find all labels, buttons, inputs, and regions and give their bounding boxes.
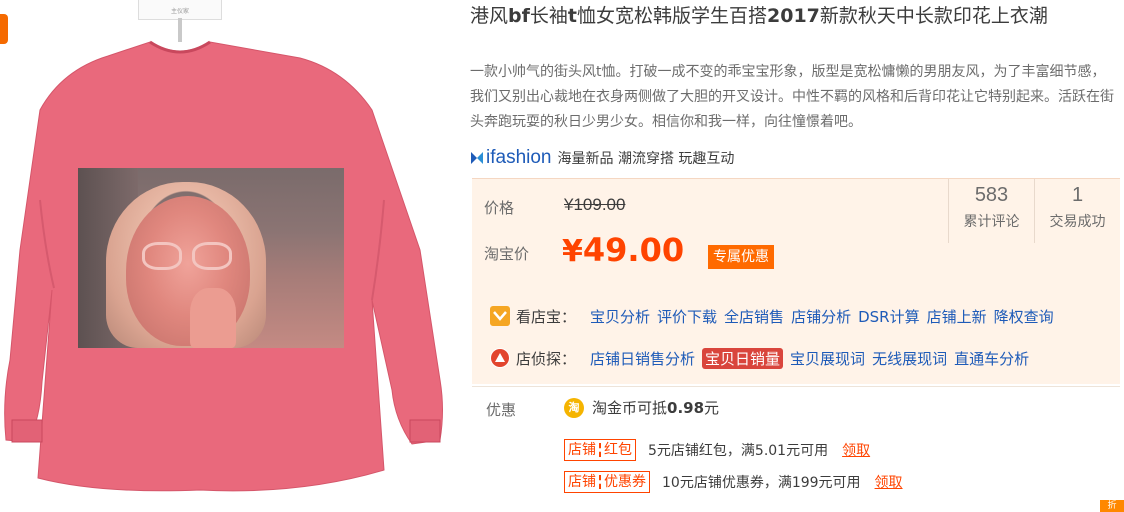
- link-store-analysis[interactable]: 店铺分析: [791, 306, 851, 327]
- brand-row: ifashion 海量新品 潮流穿搭 玩趣互动: [470, 144, 734, 172]
- product-image[interactable]: 主仪家: [0, 0, 460, 512]
- link-item-keywords[interactable]: 宝贝展现词: [790, 348, 865, 369]
- title-part: 恤女宽松韩版学生百搭: [577, 5, 768, 27]
- original-price: ¥109.00: [564, 195, 626, 214]
- product-description: 一款小帅气的街头风t恤。打破一成不变的乖宝宝形象，版型是宽松慵懒的男朋友风，为了…: [470, 64, 1114, 130]
- title-part: 长袖: [529, 5, 568, 27]
- taobao-price-label: 淘宝价: [484, 245, 530, 263]
- ifashion-logo[interactable]: ifashion: [470, 147, 552, 169]
- coupon-store-voucher: 店铺 优惠券 10元店铺优惠券，满199元可用 领取: [564, 471, 903, 493]
- price-label: 价格: [484, 199, 515, 217]
- current-price-value: 49.00: [582, 231, 685, 269]
- exclusive-promo-tag[interactable]: 专属优惠: [708, 245, 774, 269]
- coupon-tag: 店铺 优惠券: [564, 471, 650, 493]
- coupon-text: 5元店铺红包，满5.01元可用: [648, 443, 829, 459]
- link-store-daily-sales[interactable]: 店铺日销售分析: [590, 348, 695, 369]
- dianzhentan-icon: [490, 348, 510, 368]
- ifashion-logo-icon: [471, 152, 483, 164]
- benefits-section: 优惠 淘 淘金币可抵 0.98 元 店铺 红包 5元店铺红包，满5.01元可用 领取…: [472, 386, 1120, 512]
- coupon-tag-left: 店铺: [568, 474, 596, 490]
- link-item-daily-sales[interactable]: 宝贝日销量: [702, 347, 784, 369]
- coin-text-prefix: 淘金币可抵: [592, 399, 668, 417]
- claim-voucher-link[interactable]: 领取: [875, 472, 903, 492]
- coupon-text: 10元店铺优惠券，满199元可用: [662, 475, 861, 491]
- link-mobile-keywords[interactable]: 无线展现词: [872, 348, 947, 369]
- printed-photo: [78, 168, 344, 348]
- stats: 583 累计评论 1 交易成功: [948, 179, 1120, 243]
- corner-badge[interactable]: 折: [1100, 500, 1124, 512]
- claim-red-packet-link[interactable]: 领取: [842, 440, 870, 460]
- price-box: 价格 ¥109.00 淘宝价 ¥ 49.00 专属优惠 583 累计评论 1 交…: [472, 178, 1120, 384]
- title-part: t: [567, 5, 577, 27]
- stat-label: 累计评论: [963, 214, 1020, 230]
- kandianbao-icon: [490, 306, 510, 326]
- title-part: bf: [508, 5, 530, 27]
- coin-text-suffix: 元: [704, 399, 720, 417]
- taojinbi-row: 淘 淘金币可抵 0.98 元: [564, 397, 719, 418]
- currency-symbol: ¥: [562, 234, 583, 269]
- taojinbi-icon: 淘: [564, 397, 584, 418]
- brand-logo-text: ifashion: [486, 147, 552, 168]
- current-price: ¥ 49.00: [562, 231, 684, 269]
- title-part: 2017: [767, 5, 820, 27]
- stat-transactions[interactable]: 1 交易成功: [1034, 179, 1120, 243]
- link-store-sales[interactable]: 全店销售: [724, 306, 784, 327]
- coupon-tag: 店铺 红包: [564, 439, 636, 461]
- coupon-red-packet: 店铺 红包 5元店铺红包，满5.01元可用 领取: [564, 439, 870, 461]
- stat-label: 交易成功: [1049, 214, 1106, 230]
- title-part: 新款秋天中长款印花上衣潮: [819, 5, 1048, 27]
- benefits-label: 优惠: [486, 401, 517, 419]
- link-dsr-calc[interactable]: DSR计算: [858, 306, 920, 327]
- stat-value: 1: [1071, 184, 1084, 206]
- dianzhentan-toolbar: 店侦探： 店铺日销售分析 宝贝日销量 宝贝展现词 无线展现词 直通车分析: [490, 345, 1036, 371]
- coin-value: 0.98: [667, 398, 705, 417]
- title-part: 港风: [470, 5, 509, 27]
- stat-reviews[interactable]: 583 累计评论: [948, 179, 1034, 243]
- coupon-tag-right: 优惠券: [604, 474, 646, 490]
- link-store-new[interactable]: 店铺上新: [927, 306, 987, 327]
- kandianbao-toolbar: 看店宝： 宝贝分析 评价下载 全店销售 店铺分析 DSR计算 店铺上新 降权查询: [490, 303, 1061, 329]
- product-info: 港风bf长袖t恤女宽松韩版学生百搭2017新款秋天中长款印花上衣潮 一款小帅气的…: [468, 0, 1124, 512]
- stat-value: 583: [974, 184, 1009, 206]
- coupon-tag-left: 店铺: [568, 442, 596, 458]
- link-item-analysis[interactable]: 宝贝分析: [590, 306, 650, 327]
- kandianbao-label: 看店宝：: [516, 307, 577, 326]
- dianzhentan-label: 店侦探：: [516, 349, 577, 368]
- brand-tags: 海量新品 潮流穿搭 玩趣互动: [557, 151, 735, 167]
- product-title: 港风bf长袖t恤女宽松韩版学生百搭2017新款秋天中长款印花上衣潮: [470, 2, 1120, 30]
- link-review-download[interactable]: 评价下载: [657, 306, 717, 327]
- link-demotion-query[interactable]: 降权查询: [994, 306, 1054, 327]
- coupon-tag-right: 红包: [604, 442, 632, 458]
- link-ztc-analysis[interactable]: 直通车分析: [954, 348, 1029, 369]
